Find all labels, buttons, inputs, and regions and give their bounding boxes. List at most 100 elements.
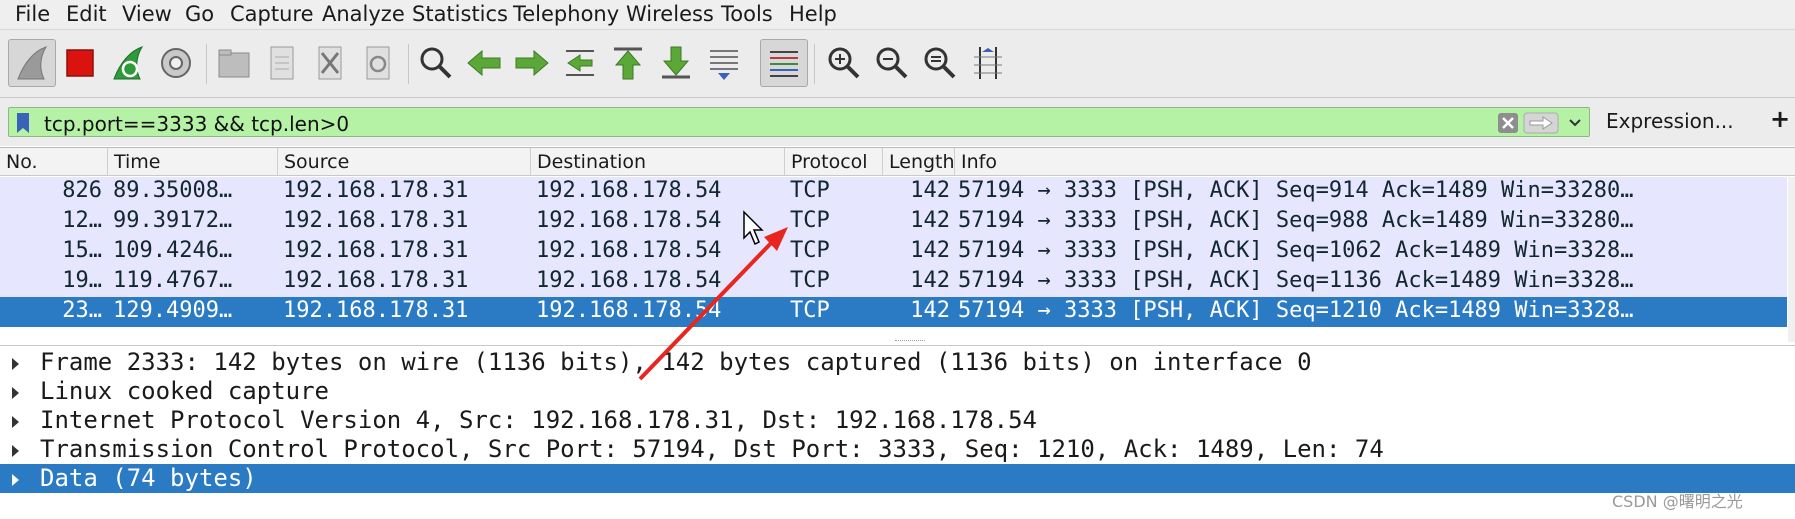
expand-arrow-icon[interactable]: [12, 358, 19, 370]
details-row-linux-cooked[interactable]: Linux cooked capture: [0, 377, 1795, 406]
packet-row-selected[interactable]: 23… 129.4909… 192.168.178.31 192.168.178…: [0, 297, 1787, 327]
packet-info: 57194 → 3333 [PSH, ACK] Seq=988 Ack=1489…: [958, 208, 1634, 233]
packet-time: 99.39172…: [113, 208, 233, 233]
packet-info: 57194 → 3333 [PSH, ACK] Seq=1062 Ack=148…: [958, 238, 1634, 263]
details-row-data-selected[interactable]: Data (74 bytes): [0, 464, 1795, 493]
packet-source: 192.168.178.31: [283, 238, 469, 263]
menu-help[interactable]: Help: [789, 2, 837, 26]
stop-capture-button[interactable]: [56, 39, 104, 87]
zoom-normal-button[interactable]: [916, 39, 964, 87]
menu-file[interactable]: File: [15, 2, 50, 26]
menu-capture[interactable]: Capture: [230, 2, 314, 26]
packet-protocol: TCP: [790, 208, 830, 233]
packet-row[interactable]: 12… 99.39172… 192.168.178.31 192.168.178…: [0, 207, 1787, 237]
toolbar-separator: [408, 44, 409, 84]
menu-go[interactable]: Go: [185, 2, 214, 26]
capture-options-button[interactable]: [152, 39, 200, 87]
packet-no: 19…: [62, 268, 102, 293]
details-row-frame[interactable]: Frame 2333: 142 bytes on wire (1136 bits…: [0, 348, 1795, 377]
packet-length: 142: [910, 238, 950, 263]
column-header-no[interactable]: No.: [0, 148, 108, 176]
go-last-button[interactable]: [652, 39, 700, 87]
packet-protocol: TCP: [790, 178, 830, 203]
packet-row[interactable]: 19… 119.4767… 192.168.178.31 192.168.178…: [0, 267, 1787, 297]
details-row-tcp[interactable]: Transmission Control Protocol, Src Port:…: [0, 435, 1795, 464]
expand-arrow-icon[interactable]: [12, 474, 19, 486]
column-header-length[interactable]: Length: [883, 148, 955, 176]
packet-time: 89.35008…: [113, 178, 233, 203]
column-header-destination[interactable]: Destination: [531, 148, 785, 176]
details-row-ipv4[interactable]: Internet Protocol Version 4, Src: 192.16…: [0, 406, 1795, 435]
packet-row[interactable]: 826 89.35008… 192.168.178.31 192.168.178…: [0, 177, 1787, 207]
packet-length: 142: [910, 208, 950, 233]
bookmark-icon[interactable]: [14, 112, 32, 134]
menu-analyze[interactable]: Analyze: [322, 2, 405, 26]
go-back-button[interactable]: [460, 39, 508, 87]
apply-filter-icon[interactable]: [1523, 112, 1559, 134]
details-row-text: Linux cooked capture: [40, 377, 329, 405]
resize-columns-button[interactable]: [964, 39, 1012, 87]
go-forward-button[interactable]: [508, 39, 556, 87]
toolbar-separator: [206, 44, 207, 84]
packet-row[interactable]: 15… 109.4246… 192.168.178.31 192.168.178…: [0, 237, 1787, 267]
close-file-button[interactable]: [306, 39, 354, 87]
arrow-up-icon: [614, 47, 642, 80]
restart-capture-button[interactable]: [104, 39, 152, 87]
packet-info: 57194 → 3333 [PSH, ACK] Seq=1210 Ack=148…: [958, 298, 1634, 323]
packet-source: 192.168.178.31: [283, 298, 469, 323]
details-row-text: Internet Protocol Version 4, Src: 192.16…: [40, 406, 1037, 434]
menu-statistics[interactable]: Statistics: [412, 2, 508, 26]
auto-scroll-button[interactable]: [700, 39, 748, 87]
packet-time: 129.4909…: [113, 298, 233, 323]
column-header-protocol[interactable]: Protocol: [785, 148, 883, 176]
reload-file-button[interactable]: [354, 39, 402, 87]
menu-edit[interactable]: Edit: [66, 2, 107, 26]
details-row-text: Transmission Control Protocol, Src Port:…: [40, 435, 1384, 463]
arrow-right-icon: [515, 49, 549, 77]
expand-arrow-icon[interactable]: [12, 416, 19, 428]
packet-list-scrollbar[interactable]: [1788, 177, 1795, 342]
clear-filter-icon[interactable]: [1497, 112, 1519, 134]
zoom-out-button[interactable]: [868, 39, 916, 87]
colorize-button[interactable]: [760, 39, 808, 87]
filter-text[interactable]: tcp.port==3333 && tcp.len>0: [44, 112, 349, 136]
column-header-time[interactable]: Time: [108, 148, 278, 176]
open-file-button[interactable]: [210, 39, 258, 87]
column-header-source[interactable]: Source: [278, 148, 531, 176]
packet-info: 57194 → 3333 [PSH, ACK] Seq=914 Ack=1489…: [958, 178, 1634, 203]
toolbar-separator: [814, 44, 815, 84]
magnifier-icon: [420, 47, 452, 79]
resize-columns-icon: [974, 47, 1002, 79]
packet-time: 109.4246…: [113, 238, 233, 263]
reload-icon: [366, 46, 390, 80]
shark-fin-icon: [17, 46, 48, 80]
packet-destination: 192.168.178.54: [536, 238, 722, 263]
zoom-in-button[interactable]: [820, 39, 868, 87]
pane-splitter-handle[interactable]: [895, 340, 925, 344]
column-header-info[interactable]: Info: [955, 148, 1795, 176]
menu-tools[interactable]: Tools: [721, 2, 773, 26]
start-capture-button[interactable]: [8, 39, 56, 87]
menu-wireless[interactable]: Wireless: [626, 2, 714, 26]
packet-destination: 192.168.178.54: [536, 298, 722, 323]
menu-telephony[interactable]: Telephony: [513, 2, 619, 26]
colorize-icon: [770, 51, 798, 77]
go-to-packet-button[interactable]: [556, 39, 604, 87]
packet-length: 142: [910, 298, 950, 323]
main-toolbar: [0, 30, 1795, 98]
restart-icon: [113, 46, 144, 80]
expression-button[interactable]: Expression...: [1606, 109, 1734, 133]
packet-list-header: No. Time Source Destination Protocol Len…: [0, 148, 1795, 176]
menu-view[interactable]: View: [122, 2, 172, 26]
add-filter-button[interactable]: +: [1770, 105, 1790, 133]
packet-source: 192.168.178.31: [283, 268, 469, 293]
expand-arrow-icon[interactable]: [12, 445, 19, 457]
chevron-down-icon[interactable]: [1567, 116, 1583, 130]
packet-no: 12…: [62, 208, 102, 233]
find-packet-button[interactable]: [412, 39, 460, 87]
save-file-button[interactable]: [258, 39, 306, 87]
go-first-button[interactable]: [604, 39, 652, 87]
display-filter-bar: tcp.port==3333 && tcp.len>0 Expression..…: [0, 98, 1795, 146]
expand-arrow-icon[interactable]: [12, 387, 19, 399]
display-filter-input[interactable]: tcp.port==3333 && tcp.len>0: [8, 107, 1590, 137]
